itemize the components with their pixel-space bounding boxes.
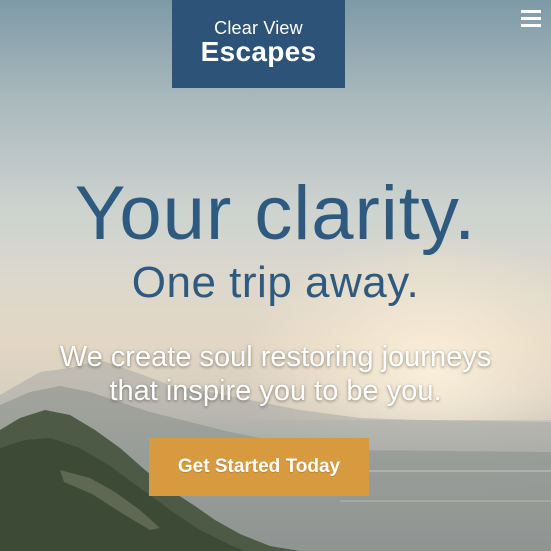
menu-icon-bar	[521, 10, 541, 13]
menu-icon-bar	[521, 17, 541, 20]
menu-icon-bar	[521, 24, 541, 27]
hamburger-menu-icon[interactable]	[521, 10, 541, 28]
logo-text-line2: Escapes	[200, 36, 317, 67]
brand-logo[interactable]: Clear View Escapes	[172, 0, 345, 88]
tagline-line2: that inspire you to be you.	[109, 375, 442, 407]
hero-subheadline: One trip away.	[131, 258, 420, 307]
hero-headline: Your clarity.	[74, 171, 477, 256]
get-started-button[interactable]: Get Started Today	[149, 438, 369, 496]
hero-tagline: We create soul restoring journeys that i…	[0, 340, 551, 408]
tagline-line1: We create soul restoring journeys	[59, 341, 492, 373]
